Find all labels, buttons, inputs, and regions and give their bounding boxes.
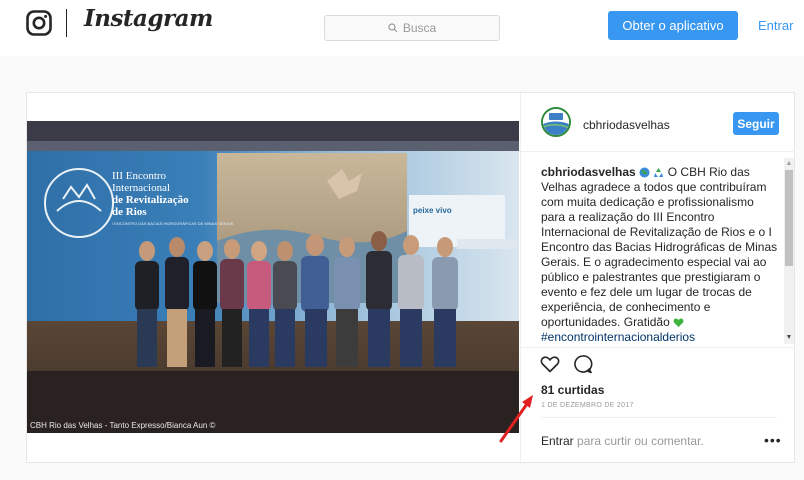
get-app-button[interactable]: Obter o aplicativo <box>608 11 738 40</box>
green-heart-icon <box>673 318 684 328</box>
post-photo[interactable]: III Encontro Internacional de Revitaliza… <box>27 121 519 433</box>
login-prompt-link[interactable]: Entrar <box>541 434 574 448</box>
annotation-arrow-icon <box>499 395 533 443</box>
banner-line-2: Internacional <box>112 182 170 194</box>
earth-globe-icon <box>639 167 650 178</box>
sponsor-label: peixe vivo <box>413 206 452 215</box>
post-card: III Encontro Internacional de Revitaliza… <box>26 92 795 464</box>
scroll-down-icon[interactable]: ▼ <box>784 334 794 342</box>
search-placeholder: Busca <box>402 21 437 35</box>
caption-scrollbar[interactable]: ▲ ▼ <box>784 158 794 344</box>
caption-hashtag[interactable]: #encontrointernacionalderios <box>541 330 695 343</box>
scroll-up-icon[interactable]: ▲ <box>784 160 794 168</box>
banner-line-3: de Revitalização <box>112 194 189 206</box>
caption: cbhriodasvelhas O CBH Rio das Velhas agr… <box>541 165 781 343</box>
instagram-logo-icon[interactable] <box>26 10 52 36</box>
caption-text: O CBH Rio das Velhas agradece a todos qu… <box>541 165 778 329</box>
avatar[interactable] <box>541 107 571 137</box>
login-prompt-text: para curtir ou comentar. <box>577 434 704 448</box>
banner-line-1: III Encontro <box>112 170 167 182</box>
heart-icon[interactable] <box>540 355 560 373</box>
comment-icon[interactable] <box>573 354 593 374</box>
actions-divider <box>521 347 795 348</box>
login-prompt: Entrar para curtir ou comentar. <box>541 434 704 448</box>
brand-wordmark[interactable]: Instagram <box>84 5 213 32</box>
avatar-logo-icon <box>543 109 569 135</box>
follow-button[interactable]: Seguir <box>733 112 779 135</box>
more-options-icon[interactable]: ••• <box>764 433 782 447</box>
likes-count[interactable]: 81 curtidas <box>541 383 604 397</box>
post-date[interactable]: 1 DE DEZEMBRO DE 2017 <box>541 402 634 409</box>
search-input[interactable]: Busca <box>324 15 500 41</box>
event-group-photo: III Encontro Internacional de Revitaliza… <box>27 121 519 433</box>
caption-author[interactable]: cbhriodasvelhas <box>541 165 636 179</box>
login-link[interactable]: Entrar <box>758 18 793 33</box>
footer-divider <box>541 417 777 418</box>
post-sidebar: cbhriodasvelhas Seguir cbhriodasvelhas O… <box>520 93 795 464</box>
scroll-thumb[interactable] <box>785 170 793 266</box>
logo-divider <box>66 9 67 37</box>
banner-line-4: de Rios <box>112 206 147 218</box>
top-bar: Instagram Busca Obter o aplicativo Entra… <box>0 0 804 56</box>
header-divider <box>521 151 795 152</box>
banner-subtitle: I ENCONTRO DAS BACIAS HIDROGRÁFICAS DE M… <box>112 221 234 226</box>
post-username[interactable]: cbhriodasvelhas <box>583 118 670 132</box>
photo-credit: CBH Rio das Velhas - Tanto Expresso/Bian… <box>30 421 216 430</box>
search-icon <box>388 23 398 33</box>
recycle-icon <box>654 168 664 178</box>
